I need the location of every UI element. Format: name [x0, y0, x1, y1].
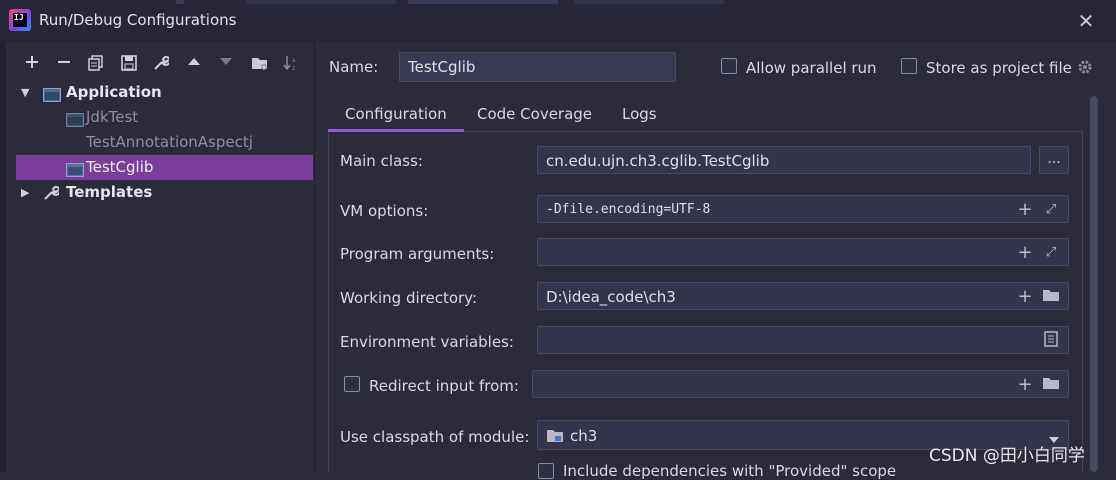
working-directory-input[interactable]: D:\idea_code\ch3 +	[537, 282, 1069, 310]
store-project-checkbox[interactable]	[901, 58, 917, 74]
vertical-scrollbar[interactable]	[1090, 96, 1098, 472]
tab-configuration[interactable]: Configuration	[328, 98, 464, 132]
expand-arrow-icon[interactable]: ▼	[21, 80, 35, 105]
tree-item-testannotationaspectj[interactable]: TestAnnotationAspectj	[16, 130, 313, 155]
name-input[interactable]: TestCglib	[399, 52, 676, 82]
add-icon[interactable]: +	[1015, 200, 1035, 220]
background-tab-edge	[176, 0, 184, 4]
background-tab	[246, 0, 396, 4]
allow-parallel-checkbox[interactable]	[721, 58, 737, 74]
environment-variables-label: Environment variables:	[340, 333, 514, 351]
tree-item-label: TestAnnotationAspectj	[86, 133, 253, 151]
application-config-icon	[66, 110, 84, 127]
include-dependencies-label: Include dependencies with "Provided" sco…	[563, 462, 897, 480]
program-arguments-label: Program arguments:	[340, 245, 495, 263]
tree-node-templates[interactable]: ▶ Templates	[16, 180, 313, 205]
store-project-label: Store as project file	[926, 59, 1072, 77]
add-icon[interactable]: +	[1015, 375, 1035, 395]
save-icon[interactable]	[117, 50, 141, 76]
move-down-icon[interactable]	[214, 50, 238, 76]
folder-icon[interactable]	[1041, 375, 1061, 395]
redirect-input-checkbox[interactable]	[344, 376, 360, 392]
move-up-icon[interactable]	[182, 50, 206, 76]
expand-icon[interactable]: ⤢	[1041, 200, 1061, 220]
background-tab	[408, 0, 558, 4]
svg-text:a: a	[292, 57, 296, 64]
svg-text:z: z	[292, 65, 295, 71]
split-separator[interactable]	[314, 42, 315, 472]
expand-icon[interactable]: ⤢	[1041, 243, 1061, 263]
vm-options-label: VM options:	[340, 202, 429, 220]
tree-item-testcglib[interactable]: TestCglib	[16, 155, 313, 180]
application-icon	[43, 85, 61, 102]
left-rail	[0, 42, 6, 472]
allow-parallel-label: Allow parallel run	[746, 59, 877, 77]
vm-options-value: -Dfile.encoding=UTF-8	[546, 202, 711, 217]
vm-options-input[interactable]: -Dfile.encoding=UTF-8 + ⤢	[537, 195, 1069, 223]
close-icon[interactable]: ✕	[1074, 9, 1098, 33]
copy-icon[interactable]	[84, 50, 108, 76]
remove-icon[interactable]	[52, 50, 76, 76]
collapse-arrow-icon[interactable]: ▶	[21, 180, 35, 205]
browse-button[interactable]: ...	[1039, 146, 1069, 174]
intellij-logo-icon: IJ	[9, 9, 31, 31]
wrench-icon	[43, 184, 61, 200]
name-label: Name:	[329, 58, 379, 76]
module-value: ch3	[570, 427, 598, 445]
application-config-icon	[66, 160, 84, 177]
tree-item-label: JdkTest	[86, 108, 139, 126]
working-directory-label: Working directory:	[340, 289, 478, 307]
watermark: CSDN @田小白同学	[929, 446, 1085, 466]
tab-code-coverage[interactable]: Code Coverage	[460, 98, 609, 132]
module-icon	[546, 428, 564, 448]
gear-icon[interactable]	[1076, 58, 1094, 76]
module-label: Use classpath of module:	[340, 428, 530, 446]
working-directory-value: D:\idea_code\ch3	[546, 288, 676, 306]
main-class-label: Main class:	[340, 152, 423, 170]
main-class-value: cn.edu.ujn.ch3.cglib.TestCglib	[546, 152, 770, 170]
name-input-value: TestCglib	[408, 58, 476, 76]
folder-icon[interactable]	[1041, 287, 1061, 307]
tree-label-templates: Templates	[66, 183, 153, 201]
redirect-input-label: Redirect input from:	[369, 377, 519, 395]
folder-add-icon[interactable]	[248, 50, 272, 76]
add-icon[interactable]: +	[1015, 243, 1035, 263]
tab-logs[interactable]: Logs	[605, 98, 674, 132]
redirect-input-field[interactable]: +	[532, 370, 1069, 398]
tree-item-label: TestCglib	[86, 158, 154, 176]
add-icon[interactable]	[20, 50, 44, 76]
environment-variables-input[interactable]	[537, 326, 1069, 354]
tree-node-application[interactable]: ▼ Application	[16, 80, 313, 105]
wrench-icon[interactable]	[149, 50, 173, 76]
sort-icon[interactable]: az	[280, 50, 304, 76]
tree-toolbar: az	[16, 50, 316, 78]
window-title: Run/Debug Configurations	[39, 11, 237, 29]
tree-label-application: Application	[66, 83, 162, 101]
tree-item-jdktest[interactable]: JdkTest	[16, 105, 313, 130]
main-class-input[interactable]: cn.edu.ujn.ch3.cglib.TestCglib	[537, 146, 1031, 174]
program-arguments-input[interactable]: + ⤢	[537, 238, 1069, 266]
add-icon[interactable]: +	[1015, 287, 1035, 307]
background-tab	[574, 0, 724, 4]
include-dependencies-checkbox[interactable]	[538, 463, 554, 479]
document-icon[interactable]	[1041, 331, 1061, 351]
